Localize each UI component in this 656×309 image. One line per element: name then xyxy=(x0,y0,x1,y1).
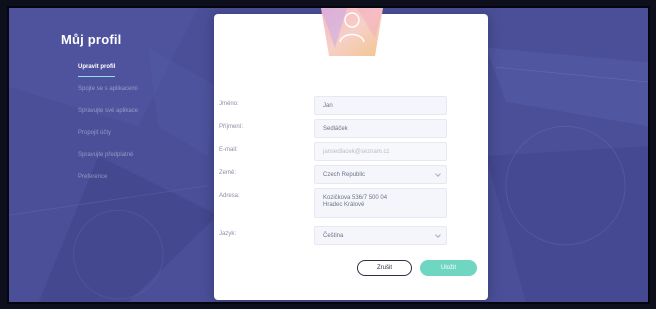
sidebar-item-link-accounts[interactable]: Propojit účty xyxy=(61,127,201,149)
sidebar-item-edit-profile[interactable]: Upravit profil xyxy=(61,61,201,83)
sidebar-item-connect-apps[interactable]: Spojte se s aplikacemi xyxy=(61,83,201,105)
profile-card: Jméno: Jan Příjmení: Sedláček E-mail: ja… xyxy=(214,8,488,300)
first-name-label: Jméno: xyxy=(219,101,239,107)
email-field: jansedlacek@seznam.cz xyxy=(314,142,447,161)
sidebar-item-subscription[interactable]: Spravujte předplatné xyxy=(61,149,201,171)
language-label: Jazyk: xyxy=(219,231,237,237)
app-window: Můj profil Upravit profil Spojte se s ap… xyxy=(7,6,650,304)
sidebar-item-label: Upravit profil xyxy=(78,61,116,77)
sidebar-item-label: Spravujte předplatné xyxy=(78,152,134,158)
sidebar: Můj profil Upravit profil Spojte se s ap… xyxy=(61,32,201,193)
sidebar-item-label: Spravujte své aplikace xyxy=(78,108,139,114)
sidebar-item-manage-apps[interactable]: Spravujte své aplikace xyxy=(61,105,201,127)
sidebar-item-label: Spojte se s aplikacemi xyxy=(78,86,138,92)
sidebar-item-preferences[interactable]: Preference xyxy=(61,171,201,193)
last-name-label: Příjmení: xyxy=(219,124,244,130)
sidebar-title: Můj profil xyxy=(61,32,122,47)
user-icon xyxy=(321,8,383,56)
sidebar-item-label: Preference xyxy=(78,174,108,180)
first-name-field[interactable]: Jan xyxy=(314,96,447,115)
last-name-field[interactable]: Sedláček xyxy=(314,119,447,138)
country-select[interactable]: Czech Republic xyxy=(314,165,447,184)
email-label: E-mail: xyxy=(219,147,238,153)
address-line-1: Kozičkova 536/7 500 04 xyxy=(323,195,388,201)
language-select[interactable]: Čeština xyxy=(314,226,447,245)
address-label: Adresa: xyxy=(219,193,240,199)
avatar[interactable] xyxy=(317,8,387,60)
sidebar-nav: Upravit profil Spojte se s aplikacemi Sp… xyxy=(61,61,201,193)
save-button[interactable]: Uložit xyxy=(420,260,477,276)
address-field[interactable]: Kozičkova 536/7 500 04 Hradec Králové xyxy=(314,188,447,218)
country-label: Země: xyxy=(219,170,237,176)
sidebar-item-label: Propojit účty xyxy=(78,130,112,136)
address-line-2: Hradec Králové xyxy=(323,202,365,208)
cancel-button[interactable]: Zrušit xyxy=(357,260,412,276)
